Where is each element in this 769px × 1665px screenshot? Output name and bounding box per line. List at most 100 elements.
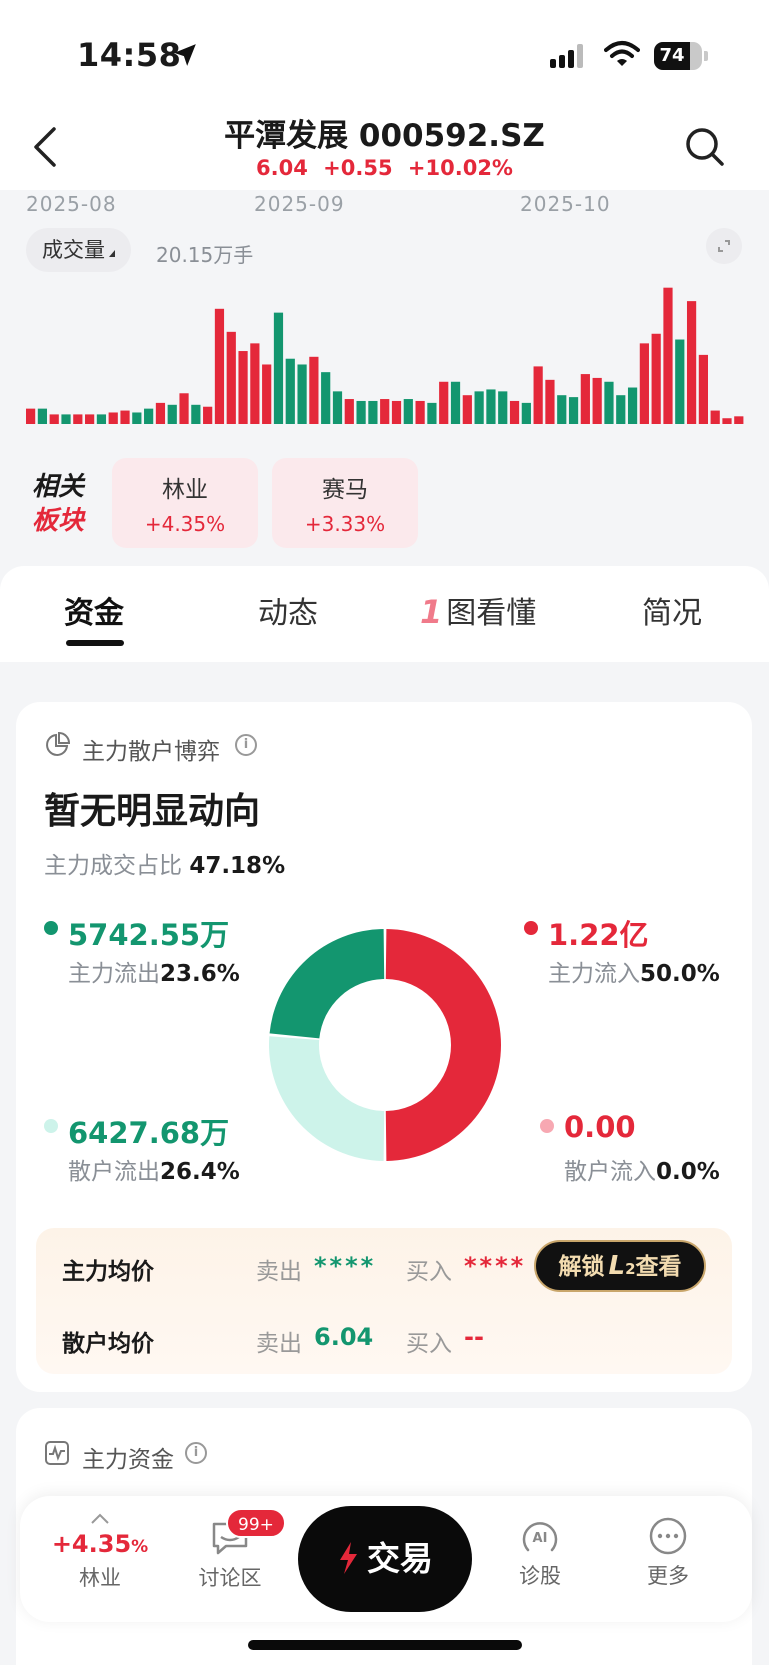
volume-bar xyxy=(415,400,425,424)
main-in-text: 主力流入 xyxy=(548,961,640,987)
flow-headline: 暂无明显动向 xyxy=(44,791,261,832)
tab-chart-insight[interactable]: 1 图看懂 xyxy=(420,588,536,632)
main-ratio-label: 主力成交占比 xyxy=(44,853,182,879)
home-indicator xyxy=(248,1640,522,1650)
retail-out-label: 散户流出26.4% xyxy=(68,1152,240,1186)
volume-bar xyxy=(521,402,531,424)
nav-diagnose-label: 诊股 xyxy=(519,1564,561,1588)
donut-slice-retail-out xyxy=(269,1036,385,1161)
volume-bar xyxy=(627,387,638,424)
trade-label: 交易 xyxy=(367,1539,433,1578)
tab-news[interactable]: 动态 xyxy=(258,588,318,632)
volume-bar xyxy=(427,402,437,424)
volume-bar xyxy=(439,381,449,424)
volume-bar-chart xyxy=(26,287,744,424)
volume-bar xyxy=(191,404,201,424)
volume-bar xyxy=(356,400,366,424)
nav-diagnose[interactable]: AI 诊股 xyxy=(490,1500,590,1590)
stock-change-pct: +10.02% xyxy=(407,156,513,180)
nav-discussion-label: 讨论区 xyxy=(198,1566,262,1590)
volume-bar xyxy=(49,414,59,424)
location-arrow-icon xyxy=(174,44,196,66)
l2-logo-icon: L xyxy=(608,1251,626,1281)
nav-sector-pct: +4.35 xyxy=(51,1530,132,1558)
related-sector-card[interactable]: 赛马 +3.33% xyxy=(272,458,418,548)
unlock-l2-button[interactable]: 解锁 L2查看 xyxy=(534,1240,706,1292)
volume-bar xyxy=(533,366,543,424)
sector-name: 赛马 xyxy=(322,477,368,503)
sector-name: 林业 xyxy=(162,477,208,503)
related-label-line1: 相关 xyxy=(32,472,85,502)
volume-bar xyxy=(675,339,685,424)
volume-selector[interactable]: 成交量 xyxy=(26,228,131,272)
lightning-icon xyxy=(340,1542,357,1574)
volume-bar xyxy=(568,397,579,424)
stock-change: +0.55 xyxy=(323,156,393,180)
volume-bar xyxy=(262,364,272,424)
fund-flow-title: 主力散户博弈 xyxy=(82,739,220,765)
info-icon[interactable]: i xyxy=(185,1442,207,1464)
volume-bar xyxy=(616,395,626,424)
legend-dot-main-out xyxy=(44,921,58,935)
volume-bar xyxy=(297,364,307,424)
volume-bar xyxy=(37,408,48,424)
battery-icon: 74 xyxy=(654,42,702,70)
related-label-line2: 板块 xyxy=(32,506,85,536)
related-sector-card[interactable]: 林业 +4.35% xyxy=(112,458,258,548)
volume-bar xyxy=(557,395,567,424)
tab-profile[interactable]: 简况 xyxy=(642,588,702,632)
volume-bar xyxy=(344,399,354,424)
retail-out-text: 散户流出 xyxy=(68,1159,160,1185)
info-icon[interactable]: i xyxy=(235,734,257,756)
volume-bar xyxy=(663,287,673,424)
volume-bar xyxy=(686,301,697,424)
date-label: 2025-09 xyxy=(254,192,345,216)
l2-logo-subscript: 2 xyxy=(625,1260,636,1278)
volume-bar xyxy=(462,395,472,424)
active-tab-indicator xyxy=(66,640,124,646)
legend-dot-main-in xyxy=(524,921,538,935)
volume-bar xyxy=(179,393,189,424)
nav-more[interactable]: 更多 xyxy=(618,1500,718,1590)
view-label: 查看 xyxy=(635,1254,682,1280)
volume-bar xyxy=(155,402,166,424)
main-avg-label: 主力均价 xyxy=(62,1259,154,1285)
sector-pct: +4.35% xyxy=(144,512,226,536)
volume-bar xyxy=(380,399,390,424)
volume-bar xyxy=(498,391,508,424)
retail-buy-value: -- xyxy=(464,1323,484,1351)
main-out-pct: 23.6% xyxy=(160,961,240,987)
nav-sector[interactable]: +4.35% 林业 xyxy=(50,1500,150,1592)
volume-bar xyxy=(309,356,319,424)
dropdown-caret-icon xyxy=(109,250,115,257)
date-label: 2025-10 xyxy=(520,192,611,216)
nav-sector-name: 林业 xyxy=(79,1566,121,1590)
volume-value: 20.15万手 xyxy=(156,243,254,267)
volume-bar xyxy=(450,381,461,424)
volume-bar xyxy=(734,416,744,424)
related-sectors-label: 相关 板块 xyxy=(32,470,84,538)
retail-sell-value: 6.04 xyxy=(314,1323,374,1351)
trade-button[interactable]: 交易 xyxy=(298,1506,472,1612)
volume-bar xyxy=(238,351,248,424)
battery-level: 74 xyxy=(659,45,685,66)
buy-key: 买入 xyxy=(406,1259,452,1285)
main-out-text: 主力流出 xyxy=(68,961,160,987)
ai-diagnose-icon: AI xyxy=(522,1522,558,1552)
tab-funds[interactable]: 资金 xyxy=(64,588,124,632)
line-chart-icon xyxy=(45,1441,69,1465)
retail-in-pct: 0.0% xyxy=(656,1159,720,1185)
main-in-amount: 1.22亿 xyxy=(548,918,649,952)
retail-out-pct: 26.4% xyxy=(160,1159,240,1185)
expand-icon[interactable] xyxy=(706,228,742,264)
main-ratio-value: 47.18% xyxy=(189,853,286,879)
volume-bar xyxy=(698,354,708,424)
search-icon[interactable] xyxy=(684,126,726,168)
nav-sector-pct-unit: % xyxy=(131,1537,149,1557)
volume-bar xyxy=(391,400,402,424)
volume-bar xyxy=(332,391,343,424)
volume-bar xyxy=(250,343,260,424)
legend-dot-retail-in xyxy=(540,1119,554,1133)
volume-bar xyxy=(592,377,602,424)
sector-pct: +3.33% xyxy=(304,512,386,536)
